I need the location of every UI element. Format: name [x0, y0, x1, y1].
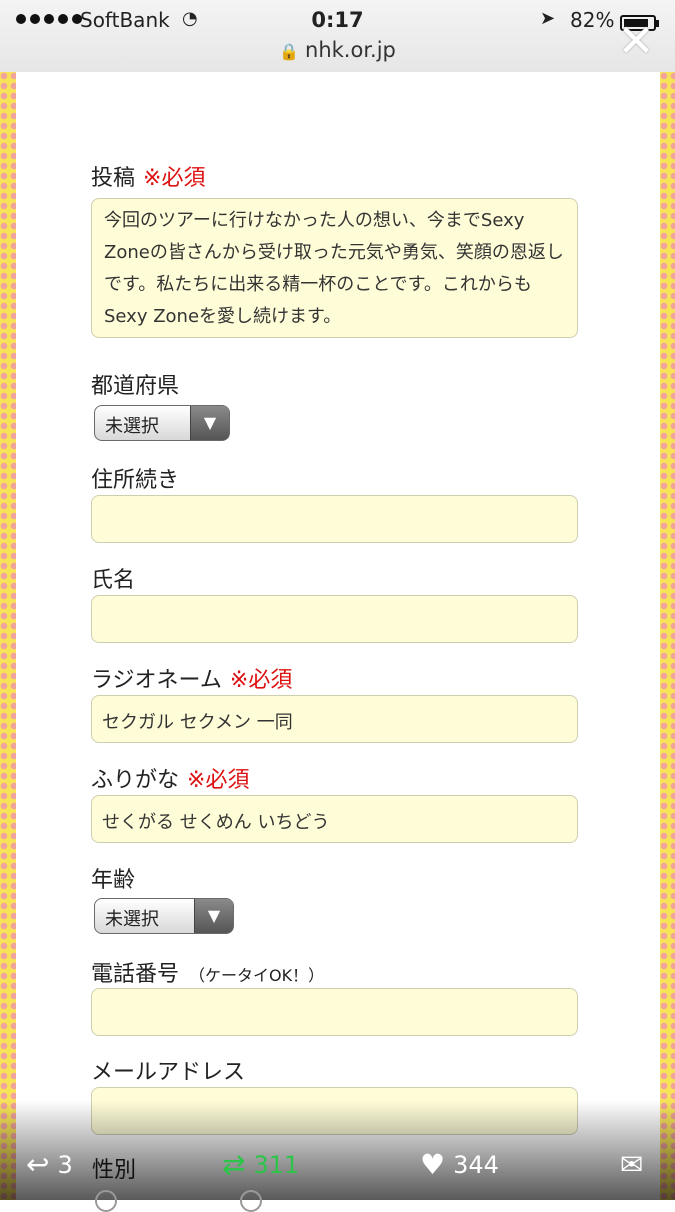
phone-note: （ケータイOK！）: [189, 966, 325, 985]
radio-name-field[interactable]: セクガル セクメン 一同: [91, 695, 578, 743]
url-bar[interactable]: 🔒 nhk.or.jp: [0, 38, 675, 62]
heart-icon: ♥: [420, 1148, 446, 1181]
prefecture-select[interactable]: 未選択 ▼: [94, 405, 230, 441]
reply-icon: ↩: [26, 1148, 50, 1181]
tweet-action-bar: ↩ 3 ⇄ 311 ♥ 344 ✉: [0, 1100, 675, 1200]
address-label: 住所続き: [91, 468, 180, 493]
address-field[interactable]: [91, 495, 578, 543]
phone-label-text: 電話番号: [91, 962, 180, 987]
name-label: 氏名: [91, 568, 136, 593]
retweet-icon: ⇄: [222, 1148, 246, 1181]
furigana-required: ※必須: [187, 768, 250, 793]
prefecture-select-value: 未選択: [105, 416, 159, 437]
browser-top-bar: SoftBank ◔ 0:17 ➤ 82% 🔒 nhk.or.jp ✕: [0, 0, 675, 73]
like-button[interactable]: ♥ 344: [420, 1148, 499, 1181]
radio-name-label: ラジオネーム ※必須: [91, 662, 292, 694]
url-text: nhk.or.jp: [305, 38, 396, 62]
post-textarea[interactable]: 今回のツアーに行けなかった人の想い、今までSexy Zoneの皆さんから受け取っ…: [91, 198, 578, 338]
age-select-value: 未選択: [105, 909, 159, 930]
radio-name-required: ※必須: [229, 668, 293, 693]
gender-label: 性別: [92, 1158, 137, 1183]
radio-name-label-text: ラジオネーム: [91, 668, 222, 693]
post-label: 投稿 ※必須: [91, 160, 205, 192]
furigana-label-text: ふりがな: [91, 768, 180, 793]
furigana-field[interactable]: せくがる せくめん いちどう: [91, 795, 578, 843]
select-arrow-icon: ▼: [190, 406, 229, 440]
lock-icon: 🔒: [279, 42, 300, 61]
status-bar: SoftBank ◔ 0:17 ➤ 82%: [0, 6, 675, 32]
gender-radio-male[interactable]: [95, 1190, 117, 1212]
post-required: ※必須: [143, 166, 206, 191]
age-select[interactable]: 未選択 ▼: [94, 898, 234, 934]
gender-radio-female[interactable]: [240, 1190, 262, 1212]
reply-button[interactable]: ↩ 3: [26, 1148, 73, 1181]
location-arrow-icon: ➤: [540, 8, 556, 29]
left-decorative-border: [0, 72, 16, 1200]
reply-count: 3: [57, 1150, 73, 1179]
prefecture-label: 都道府県: [91, 374, 180, 399]
retweet-button[interactable]: ⇄ 311: [222, 1148, 299, 1181]
email-label: メールアドレス: [91, 1060, 246, 1085]
battery-percent: 82%: [570, 8, 615, 32]
mail-icon: ✉: [620, 1148, 644, 1181]
phone-label: 電話番号 （ケータイOK！）: [91, 956, 324, 988]
direct-message-button[interactable]: ✉: [620, 1148, 643, 1181]
right-decorative-border: [660, 72, 675, 1200]
post-label-text: 投稿: [91, 166, 136, 191]
like-count: 344: [453, 1150, 499, 1179]
close-icon[interactable]: ✕: [614, 20, 658, 64]
retweet-count: 311: [253, 1150, 300, 1179]
age-label: 年齢: [91, 868, 136, 893]
submission-form: 投稿 ※必須 今回のツアーに行けなかった人の想い、今までSexy Zoneの皆さん…: [16, 72, 660, 1200]
furigana-label: ふりがな ※必須: [91, 762, 249, 794]
name-field[interactable]: [91, 595, 578, 643]
phone-field[interactable]: [91, 988, 578, 1036]
select-arrow-icon: ▼: [194, 899, 233, 933]
